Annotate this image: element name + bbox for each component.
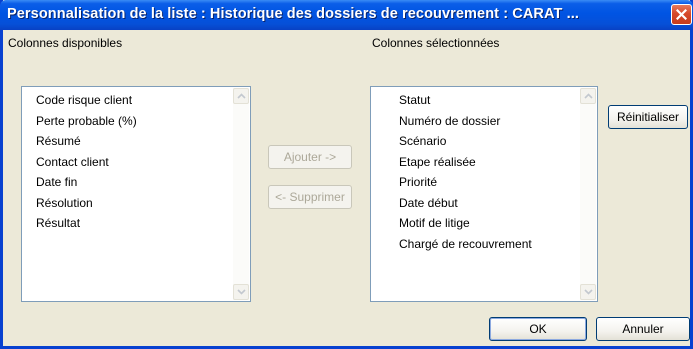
available-scrollbar[interactable] (233, 88, 249, 300)
list-item[interactable]: Contact client (36, 152, 137, 173)
scroll-down-button[interactable] (580, 284, 596, 300)
close-button[interactable] (671, 4, 692, 25)
ok-button[interactable]: OK (489, 317, 587, 341)
list-item[interactable]: Date début (399, 193, 532, 214)
remove-button[interactable]: <- Supprimer (268, 185, 352, 209)
list-item[interactable]: Chargé de recouvrement (399, 234, 532, 255)
list-item[interactable]: Etape réalisée (399, 152, 532, 173)
list-item[interactable]: Numéro de dossier (399, 111, 532, 132)
selected-columns-label: Colonnes sélectionnées (372, 36, 500, 50)
scroll-up-button[interactable] (580, 88, 596, 104)
selected-columns-list[interactable]: Statut Numéro de dossier Scénario Etape réa… (370, 86, 598, 302)
title-bar[interactable]: Personnalisation de la liste : Historiqu… (0, 0, 693, 30)
list-item[interactable]: Résultat (36, 213, 137, 234)
list-item[interactable]: Motif de litige (399, 213, 532, 234)
scroll-down-button[interactable] (233, 284, 249, 300)
cancel-button[interactable]: Annuler (596, 317, 690, 341)
scroll-up-button[interactable] (233, 88, 249, 104)
window-title: Personnalisation de la liste : Historiqu… (7, 6, 579, 22)
scroll-up-icon (236, 93, 246, 99)
list-item[interactable]: Résolution (36, 193, 137, 214)
available-columns-list[interactable]: Code risque client Perte probable (%) Résu… (21, 86, 251, 302)
list-item[interactable]: Perte probable (%) (36, 111, 137, 132)
add-button[interactable]: Ajouter -> (268, 145, 352, 169)
list-item[interactable]: Date fin (36, 172, 137, 193)
list-item[interactable]: Scénario (399, 131, 532, 152)
dialog-body: Colonnes disponibles Code risque client P… (3, 30, 690, 346)
list-item[interactable]: Résumé (36, 131, 137, 152)
reset-button[interactable]: Réinitialiser (608, 105, 688, 129)
selected-scrollbar[interactable] (580, 88, 596, 300)
dialog-window: Personnalisation de la liste : Historiqu… (0, 0, 693, 349)
scroll-down-icon (236, 289, 246, 295)
scroll-up-icon (583, 93, 593, 99)
list-item[interactable]: Statut (399, 90, 532, 111)
close-icon (676, 9, 687, 20)
list-item[interactable]: Code risque client (36, 90, 137, 111)
list-item[interactable]: Priorité (399, 172, 532, 193)
available-columns-label: Colonnes disponibles (8, 36, 123, 50)
scroll-down-icon (583, 289, 593, 295)
